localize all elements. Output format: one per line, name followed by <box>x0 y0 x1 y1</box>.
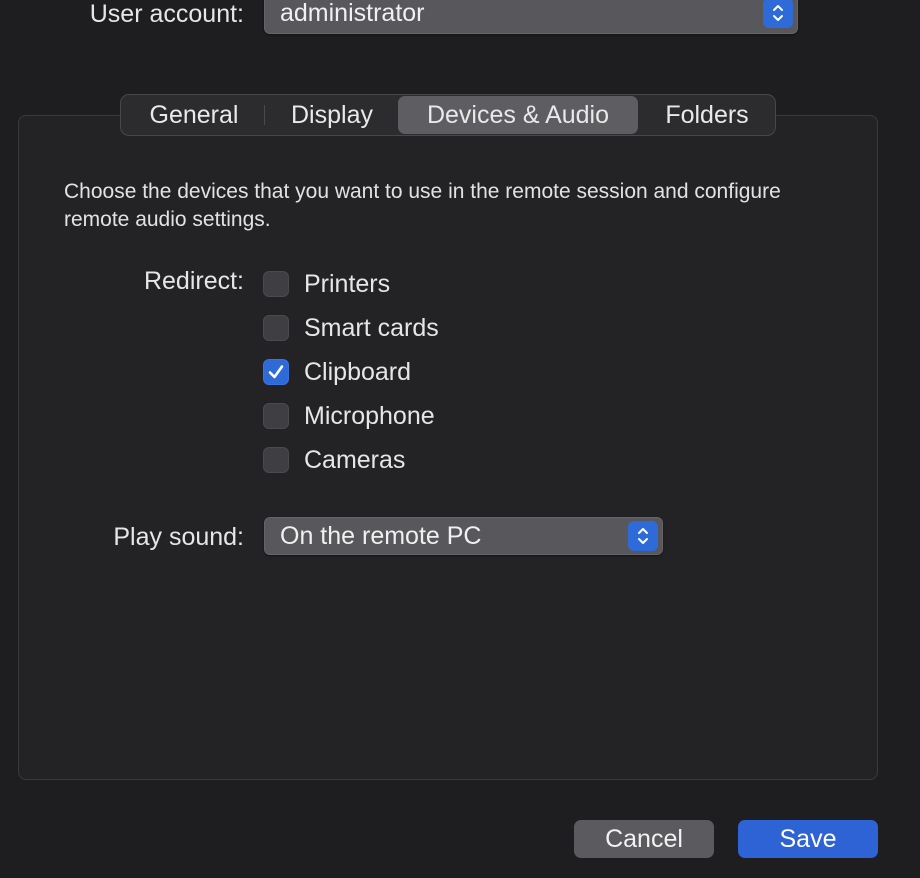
tab-folders[interactable]: Folders <box>641 95 773 135</box>
checkbox-box[interactable] <box>263 359 289 385</box>
checkbox-label: Microphone <box>304 402 435 430</box>
tab-bar: General Display Devices & Audio Folders <box>120 94 776 136</box>
up-down-chevron-icon <box>763 0 793 28</box>
checkbox-box[interactable] <box>263 315 289 341</box>
user-account-label: User account: <box>89 0 244 28</box>
checkmark-icon <box>268 365 284 379</box>
user-account-popup[interactable]: administrator <box>264 0 798 34</box>
checkbox-box[interactable] <box>263 447 289 473</box>
cancel-button[interactable]: Cancel <box>574 820 714 858</box>
checkbox-label: Smart cards <box>304 314 439 342</box>
checkbox-box[interactable] <box>263 271 289 297</box>
play-sound-value: On the remote PC <box>280 522 482 550</box>
play-sound-label: Play sound: <box>113 523 244 551</box>
tab-devices-audio[interactable]: Devices & Audio <box>398 96 638 134</box>
user-account-value: administrator <box>280 0 425 27</box>
checkbox-box[interactable] <box>263 403 289 429</box>
save-button[interactable]: Save <box>738 820 878 858</box>
panel-description: Choose the devices that you want to use … <box>64 180 781 231</box>
checkbox-label: Cameras <box>304 446 406 474</box>
checkbox-label: Clipboard <box>304 358 412 386</box>
checkbox-label: Printers <box>304 270 391 298</box>
tab-general[interactable]: General <box>125 95 263 135</box>
redirect-label: Redirect: <box>143 267 244 295</box>
play-sound-popup[interactable]: On the remote PC <box>264 517 663 555</box>
tab-divider <box>264 105 265 125</box>
tab-display[interactable]: Display <box>267 95 397 135</box>
up-down-chevron-icon <box>628 521 658 551</box>
